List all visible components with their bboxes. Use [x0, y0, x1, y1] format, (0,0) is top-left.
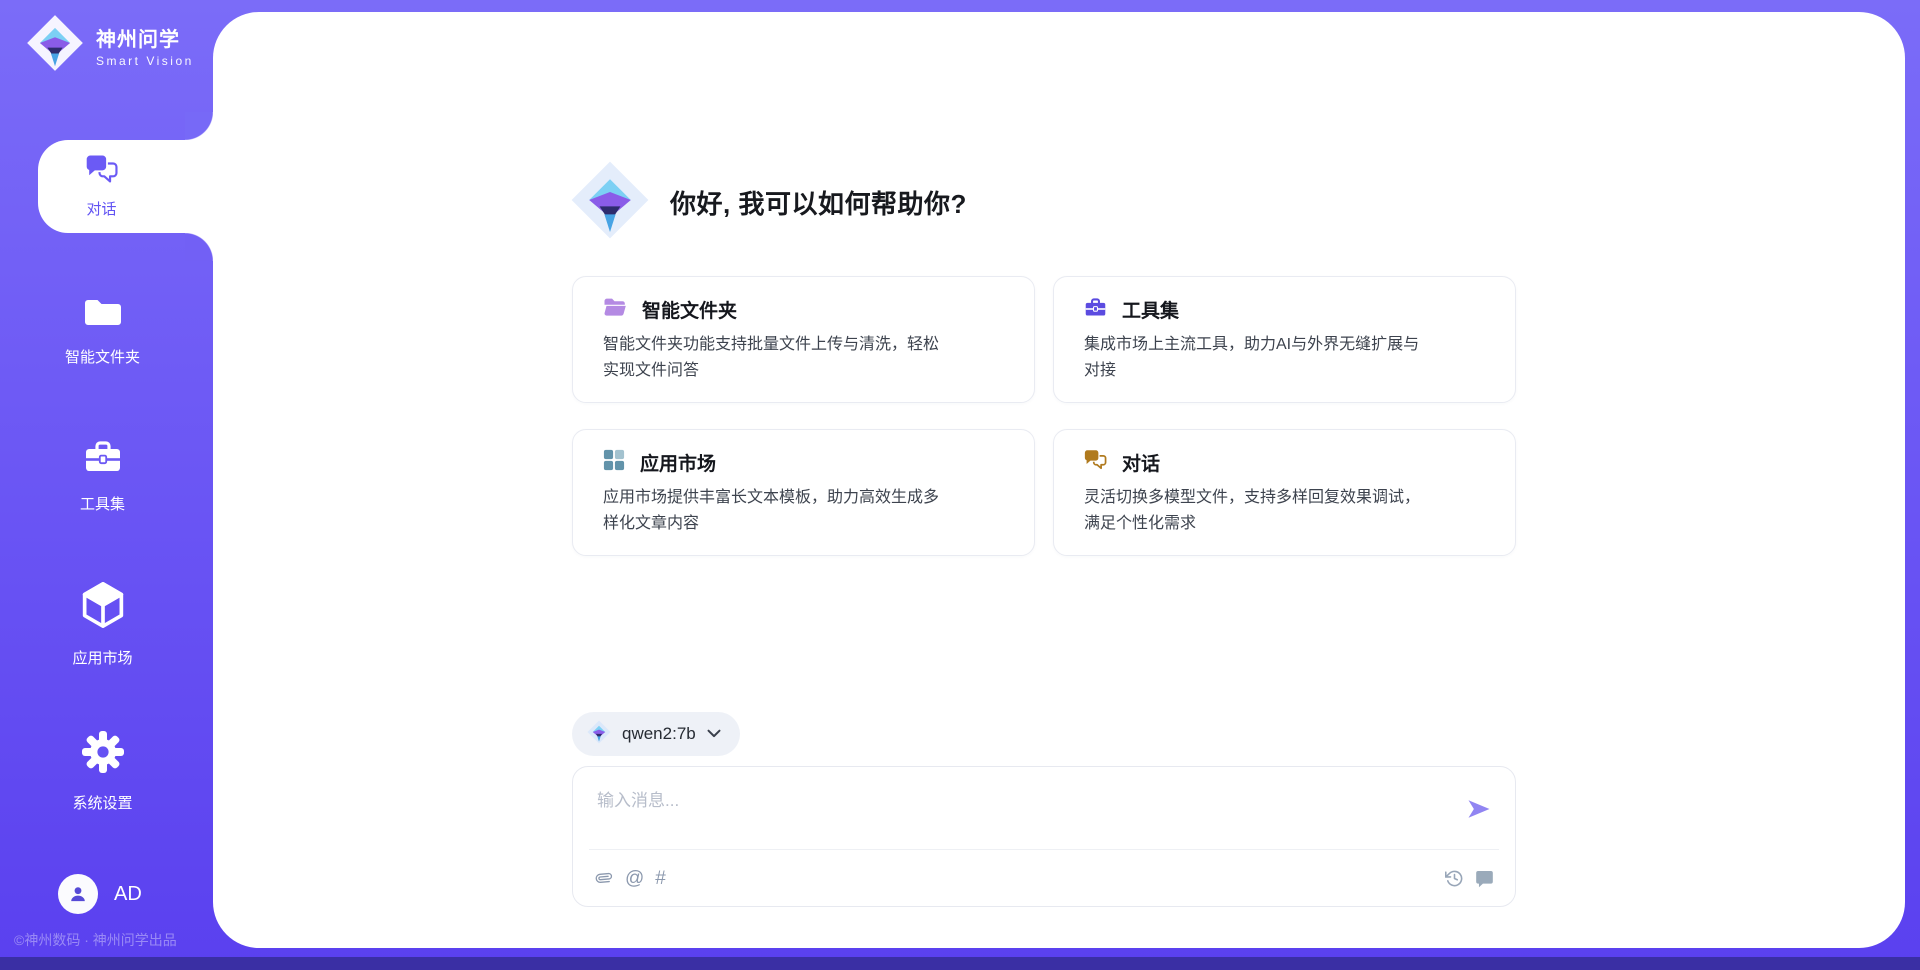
- gear-icon: [81, 730, 125, 779]
- chat-icon: [85, 154, 119, 190]
- app-logo: 神州问学 Smart Vision: [26, 14, 194, 77]
- chevron-down-icon: [707, 725, 721, 743]
- selected-model-label: qwen2:7b: [622, 724, 696, 744]
- sidebar-item-toolset[interactable]: 工具集: [0, 439, 205, 514]
- brand-subtitle: Smart Vision: [96, 54, 194, 68]
- card-title: 工具集: [1122, 296, 1179, 323]
- sidebar-item-label: 系统设置: [72, 792, 132, 813]
- model-selector[interactable]: qwen2:7b: [572, 712, 740, 756]
- toolbox-icon: [1084, 297, 1107, 323]
- card-description: 应用市场提供丰富长文本模板，助力高效生成多样化文章内容: [603, 485, 948, 537]
- app-window: 神州问学 Smart Vision 对话 智能文件夹: [0, 0, 1920, 970]
- folder-icon: [603, 297, 627, 323]
- sidebar-item-smart-folder[interactable]: 智能文件夹: [0, 296, 205, 367]
- sidebar-item-chat[interactable]: 对话: [38, 140, 215, 233]
- card-description: 灵活切换多模型文件，支持多样回复效果调试，满足个性化需求: [1084, 485, 1429, 537]
- sidebar-item-label: 智能文件夹: [65, 346, 140, 367]
- tab-notch-top: [185, 112, 213, 140]
- cube-icon: [80, 581, 126, 634]
- message-input[interactable]: [573, 767, 1515, 847]
- history-icon[interactable]: [1445, 869, 1464, 888]
- sidebar-item-label: 对话: [86, 198, 116, 219]
- brand-name: 神州问学: [96, 23, 194, 52]
- model-diamond-icon: [587, 720, 611, 749]
- paperclip-icon[interactable]: [594, 868, 614, 888]
- sidebar-item-label: 工具集: [80, 493, 125, 514]
- composer-toolbar: @ #: [594, 850, 1494, 906]
- feature-cards: 智能文件夹 智能文件夹功能支持批量文件上传与清洗，轻松实现文件问答 工具集 集成…: [572, 276, 1516, 556]
- hash-icon[interactable]: #: [655, 869, 666, 888]
- avatar: [58, 874, 98, 914]
- sidebar-item-settings[interactable]: 系统设置: [0, 730, 205, 813]
- card-description: 智能文件夹功能支持批量文件上传与清洗，轻松实现文件问答: [603, 332, 948, 384]
- sidebar-item-label: 应用市场: [72, 647, 132, 668]
- card-title: 智能文件夹: [642, 296, 737, 323]
- card-chat[interactable]: 对话 灵活切换多模型文件，支持多样回复效果调试，满足个性化需求: [1053, 429, 1516, 556]
- chat-template-icon[interactable]: [1475, 869, 1494, 888]
- user-profile[interactable]: AD: [58, 874, 142, 914]
- greeting: 你好, 我可以如何帮助你?: [570, 160, 967, 245]
- card-title: 对话: [1122, 449, 1160, 476]
- window-bottom-strip: [0, 957, 1920, 970]
- sidebar-item-app-market[interactable]: 应用市场: [0, 581, 205, 668]
- send-icon[interactable]: [1465, 795, 1493, 823]
- greeting-title: 你好, 我可以如何帮助你?: [670, 184, 967, 221]
- card-description: 集成市场上主流工具，助力AI与外界无缝扩展与对接: [1084, 332, 1429, 384]
- assistant-diamond-icon: [570, 160, 650, 245]
- mention-icon[interactable]: @: [625, 869, 644, 888]
- message-composer: @ #: [572, 766, 1516, 907]
- chat-icon: [1084, 449, 1107, 476]
- card-app-market[interactable]: 应用市场 应用市场提供丰富长文本模板，助力高效生成多样化文章内容: [572, 429, 1035, 556]
- card-smart-folder[interactable]: 智能文件夹 智能文件夹功能支持批量文件上传与清洗，轻松实现文件问答: [572, 276, 1035, 403]
- grid-icon: [603, 449, 625, 476]
- brand-diamond-icon: [26, 14, 84, 77]
- card-title: 应用市场: [640, 449, 716, 476]
- folder-icon: [83, 296, 123, 333]
- tab-notch-bottom: [185, 233, 213, 261]
- user-name: AD: [114, 883, 142, 906]
- copyright-text: ©神州数码 · 神州问学出品: [14, 930, 177, 950]
- card-toolset[interactable]: 工具集 集成市场上主流工具，助力AI与外界无缝扩展与对接: [1053, 276, 1516, 403]
- toolbox-icon: [83, 439, 123, 480]
